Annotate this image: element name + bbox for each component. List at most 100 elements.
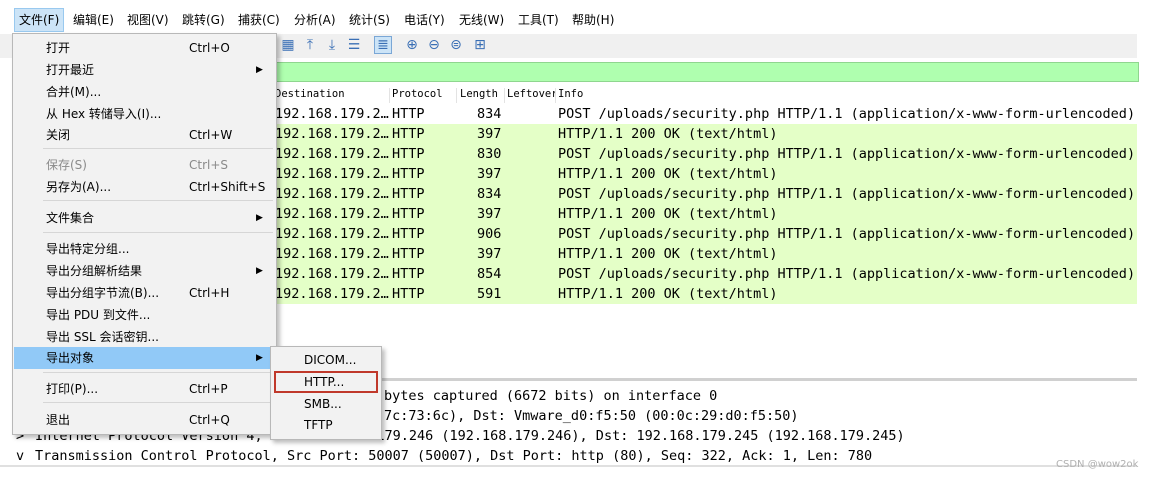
packet-row[interactable]: 192.168.179.2… HTTP 397 HTTP/1.1 200 OK … [275,244,1137,264]
cell-destination: 192.168.179.2… [275,106,389,122]
packet-row[interactable]: 192.168.179.2… HTTP 834 POST /uploads/se… [275,104,1137,124]
menu-item-close[interactable]: 关闭 Ctrl+W [14,124,275,146]
display-filter-input[interactable] [275,62,1139,82]
menu-item-export-specified[interactable]: 导出特定分组... [14,238,275,260]
menu-item-save-as[interactable]: 另存为(A)... Ctrl+Shift+S [14,176,275,198]
menu-item-label: 导出分组解析结果 [46,264,143,278]
resize-columns-icon[interactable]: ⊞ [472,37,488,53]
menu-item-label: 导出分组字节流(B)... [46,286,160,300]
menu-item-label: 关闭 [46,128,71,142]
menu-item-label: 导出特定分组... [46,242,130,256]
packet-row[interactable]: 192.168.179.2… HTTP 397 HTTP/1.1 200 OK … [275,164,1137,184]
cell-destination: 192.168.179.2… [275,126,389,142]
cell-info: HTTP/1.1 200 OK (text/html) [558,286,778,302]
detail-tcp-line[interactable]: Transmission Control Protocol, Src Port:… [35,446,872,466]
menu-item-export-pdu[interactable]: 导出 PDU 到文件... [14,304,275,326]
menu-item-shortcut: Ctrl+W [189,128,233,142]
cell-info: POST /uploads/security.php HTTP/1.1 (app… [558,186,1136,202]
cell-length: 591 [477,286,502,302]
menu-go[interactable]: 跳转(G) [178,9,229,31]
go-first-icon[interactable]: ⤒ [302,37,318,53]
menu-help[interactable]: 帮助(H) [568,9,618,31]
export-objects-submenu: DICOM... HTTP... SMB... TFTP [270,346,382,440]
menu-item-export-dissections[interactable]: 导出分组解析结果 ▶ [14,260,275,282]
menu-file[interactable]: 文件(F) [14,8,65,32]
packet-row[interactable]: 192.168.179.2… HTTP 834 POST /uploads/se… [275,184,1137,204]
cell-info: HTTP/1.1 200 OK (text/html) [558,166,778,182]
menu-item-shortcut: Ctrl+H [189,286,230,300]
menu-item-open[interactable]: 打开 Ctrl+O [14,37,275,59]
menu-item-import-hex[interactable]: 从 Hex 转储导入(I)... [14,103,275,125]
menu-analyze[interactable]: 分析(A) [290,9,340,31]
go-last-icon[interactable]: ⤓ [324,37,340,53]
submenu-item-label: TFTP [304,418,333,432]
colorize-icon[interactable]: ▦ [280,37,296,53]
cell-length: 397 [477,206,502,222]
menu-item-print[interactable]: 打印(P)... Ctrl+P [14,378,275,400]
submenu-item-dicom[interactable]: DICOM... [274,350,378,370]
menu-wireless[interactable]: 无线(W) [455,9,508,31]
pane-splitter[interactable] [275,378,1137,381]
detail-ethernet-line[interactable]: 7c:73:6c), Dst: Vmware_d0:f5:50 (00:0c:2… [384,406,799,426]
cell-destination: 192.168.179.2… [275,186,389,202]
zoom-normal-icon[interactable]: ⊜ [448,37,464,53]
menu-separator [43,372,273,373]
submenu-item-http[interactable]: HTTP... [274,371,378,393]
column-header-destination[interactable]: Destination [275,88,390,103]
submenu-item-label: SMB... [304,397,342,411]
details-bottom-border [0,465,1137,467]
menu-item-open-recent[interactable]: 打开最近 ▶ [14,59,275,81]
submenu-item-tftp[interactable]: TFTP [274,415,378,435]
menu-item-quit[interactable]: 退出 Ctrl+Q [14,409,275,431]
menu-item-merge[interactable]: 合并(M)... [14,81,275,103]
cell-protocol: HTTP [392,186,425,202]
packet-row[interactable]: 192.168.179.2… HTTP 906 POST /uploads/se… [275,224,1137,244]
packet-row[interactable]: 192.168.179.2… HTTP 854 POST /uploads/se… [275,264,1137,284]
menu-statistics[interactable]: 统计(S) [345,9,394,31]
detail-expand-arrow[interactable]: v [16,446,24,466]
menu-item-export-ssl[interactable]: 导出 SSL 会话密钥... [14,326,275,348]
column-header-leftover[interactable]: Leftover [507,88,556,103]
cell-destination: 192.168.179.2… [275,206,389,222]
cell-protocol: HTTP [392,266,425,282]
cell-protocol: HTTP [392,206,425,222]
column-header-length[interactable]: Length [460,88,505,103]
submenu-arrow-icon: ▶ [256,65,263,75]
cell-info: HTTP/1.1 200 OK (text/html) [558,206,778,222]
autoscroll-icon[interactable]: ☰ [346,37,362,53]
cell-destination: 192.168.179.2… [275,286,389,302]
menu-item-save[interactable]: 保存(S) Ctrl+S [14,154,275,176]
colorize-list-icon[interactable]: ≣ [374,36,392,54]
menu-bar: 文件(F) 编辑(E) 视图(V) 跳转(G) 捕获(C) 分析(A) 统计(S… [0,0,1153,36]
menu-item-label: 合并(M)... [46,85,102,99]
column-header-info[interactable]: Info [558,88,1128,103]
packet-list-header: Destination Protocol Length Leftover Inf… [275,86,1137,105]
column-header-protocol[interactable]: Protocol [392,88,457,103]
detail-frame-line[interactable]: bytes captured (6672 bits) on interface … [384,386,717,406]
menu-separator [43,200,273,201]
zoom-in-icon[interactable]: ⊕ [404,37,420,53]
menu-item-file-set[interactable]: 文件集合 ▶ [14,207,275,229]
menu-tools[interactable]: 工具(T) [514,9,563,31]
packet-row[interactable]: 192.168.179.2… HTTP 397 HTTP/1.1 200 OK … [275,124,1137,144]
menu-item-export-objects[interactable]: 导出对象 ▶ [14,347,275,369]
zoom-out-icon[interactable]: ⊖ [426,37,442,53]
menu-item-export-bytes[interactable]: 导出分组字节流(B)... Ctrl+H [14,282,275,304]
packet-row[interactable]: 192.168.179.2… HTTP 830 POST /uploads/se… [275,144,1137,164]
packet-row[interactable]: 192.168.179.2… HTTP 397 HTTP/1.1 200 OK … [275,204,1137,224]
cell-length: 397 [477,126,502,142]
menu-capture[interactable]: 捕获(C) [234,9,284,31]
menu-view[interactable]: 视图(V) [123,9,173,31]
packet-row[interactable]: 192.168.179.2… HTTP 591 HTTP/1.1 200 OK … [275,284,1137,304]
submenu-item-smb[interactable]: SMB... [274,394,378,414]
submenu-item-label: HTTP... [304,375,345,389]
submenu-arrow-icon: ▶ [256,213,263,223]
submenu-arrow-icon: ▶ [256,266,263,276]
menu-item-label: 保存(S) [46,158,87,172]
menu-edit[interactable]: 编辑(E) [69,9,118,31]
cell-info: POST /uploads/security.php HTTP/1.1 (app… [558,106,1136,122]
submenu-item-label: DICOM... [304,353,357,367]
cell-destination: 192.168.179.2… [275,266,389,282]
cell-protocol: HTTP [392,286,425,302]
menu-telephony[interactable]: 电话(Y) [400,9,449,31]
